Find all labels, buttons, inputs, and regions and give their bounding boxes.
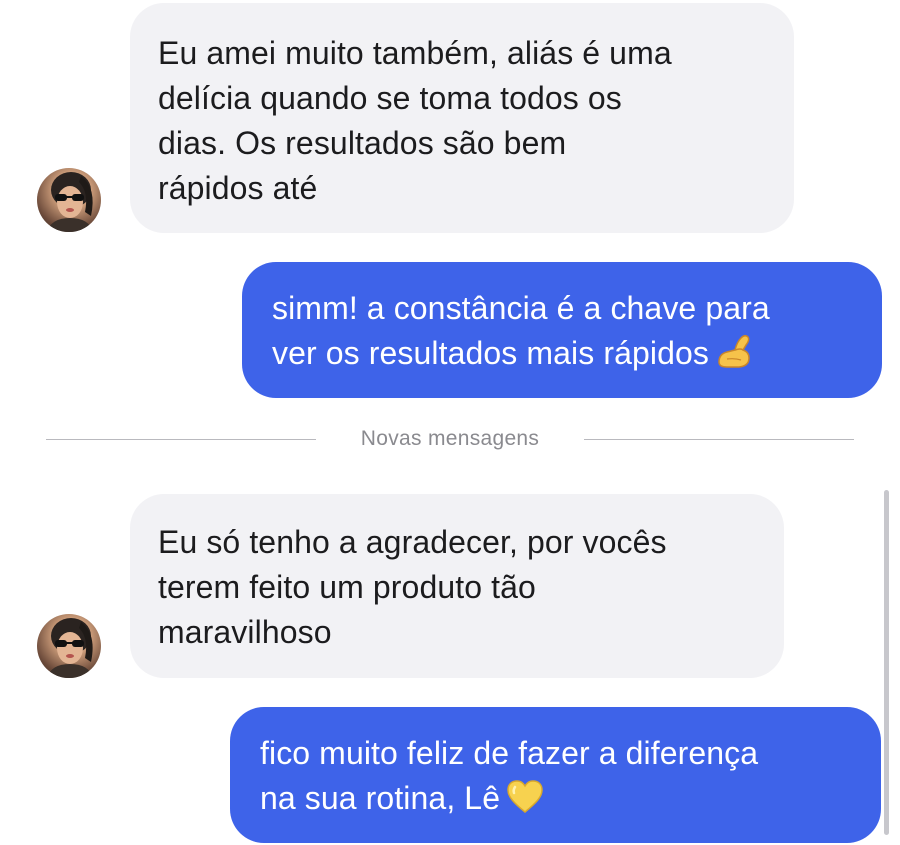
message-bubble-incoming[interactable]: Eu só tenho a agradecer, por vocês terem…	[130, 494, 784, 678]
contact-avatar-photo	[47, 618, 93, 678]
pinching-hand-icon	[715, 332, 755, 382]
message-text-line: dias. Os resultados são bem	[158, 125, 567, 161]
message-text-line: maravilhoso	[158, 614, 332, 650]
message-text: ver os resultados mais rápidos	[272, 335, 709, 371]
message-text-line: rápidos até	[158, 170, 318, 206]
contact-avatar[interactable]	[37, 614, 101, 678]
message-bubble-outgoing[interactable]: fico muito feliz de fazer a diferença na…	[230, 707, 881, 843]
message-bubble-outgoing[interactable]: simm! a constância é a chave para ver os…	[242, 262, 882, 398]
yellow-heart-icon	[506, 779, 544, 827]
contact-avatar-photo	[47, 172, 93, 232]
message-text-line: fico muito feliz de fazer a diferença	[260, 735, 759, 771]
message-text-line: terem feito um produto tão	[158, 569, 536, 605]
message-text-line: ver os resultados mais rápidos	[272, 331, 854, 382]
scrollbar-thumb[interactable]	[884, 490, 889, 835]
contact-avatar[interactable]	[37, 168, 101, 232]
message-text-line: Eu só tenho a agradecer, por vocês	[158, 524, 667, 560]
message-bubble-incoming[interactable]: Eu amei muito também, aliás é uma delíci…	[130, 3, 794, 233]
message-text-line: simm! a constância é a chave para	[272, 290, 770, 326]
divider-line-right	[584, 439, 854, 440]
new-messages-divider: Novas mensagens	[46, 424, 854, 454]
message-text-line: Eu amei muito também, aliás é uma	[158, 35, 672, 71]
message-text-line: delícia quando se toma todos os	[158, 80, 622, 116]
message-text: na sua rotina, Lê	[260, 780, 501, 816]
message-text-line: na sua rotina, Lê	[260, 776, 855, 827]
